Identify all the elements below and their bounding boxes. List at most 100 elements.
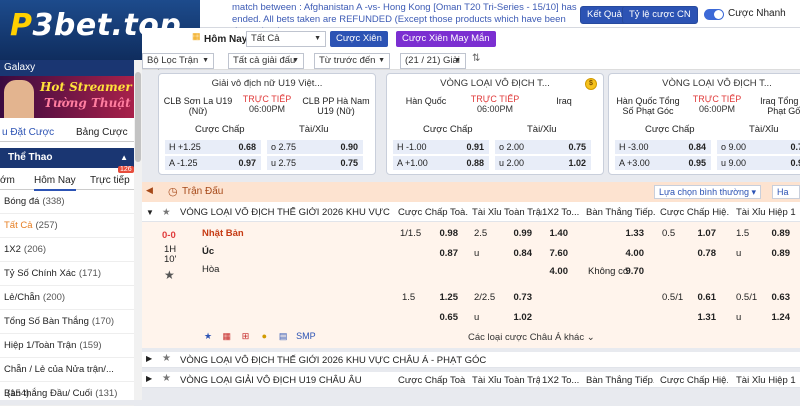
odds-value[interactable]: 1.25: [428, 292, 459, 303]
odds-value[interactable]: 0.63: [756, 292, 791, 303]
lucky-parlay-button[interactable]: Cược Xiên May Mắn: [396, 31, 496, 47]
quick-bet-label: Cược Nhanh: [728, 8, 786, 19]
odds-value[interactable]: 7.60: [538, 248, 569, 259]
star-icon[interactable]: ★: [162, 207, 171, 218]
card-handicap-odds[interactable]: A +1.00 0.88: [393, 156, 489, 170]
match-card[interactable]: VÒNG LOẠI VÔ ĐỊCH T... Hàn Quốc Tổng Số P…: [608, 73, 800, 175]
sidebar-item-6[interactable]: Hiệp 1/Toàn Trận (159): [0, 334, 134, 358]
collapse-icon[interactable]: ◀: [146, 185, 153, 196]
odds-value[interactable]: 0.78: [682, 248, 717, 259]
ou-line: 1.5: [736, 228, 750, 239]
sidebar-item-4[interactable]: Lẻ/Chẵn (200): [0, 286, 134, 310]
odds-value[interactable]: 1.02: [502, 312, 533, 323]
market-select[interactable]: Tất Cả ▼: [246, 31, 326, 47]
sidebar-item-3[interactable]: Tỷ Số Chính Xác (171): [0, 262, 134, 286]
odds-value[interactable]: 1.33: [610, 228, 645, 239]
sidebar-item-5[interactable]: Tổng Số Bàn Thắng (170): [0, 310, 134, 334]
sidebar-item-8[interactable]: Bàn thắng Đầu/ Cuối (131): [0, 382, 134, 406]
league-row[interactable]: ▶ ★ VÒNG LOẠI GIẢI VÔ ĐỊCH U19 CHÂU ÂU Cược…: [142, 372, 800, 388]
odds-value[interactable]: 1.31: [682, 312, 717, 323]
odds-value[interactable]: 0.89: [756, 228, 791, 239]
league-filter-select[interactable]: Tất cả giải đấu ▼: [228, 53, 304, 69]
odds-value[interactable]: 0.65: [428, 312, 459, 323]
odds-format-button[interactable]: Tỷ lệ cược CN: [622, 6, 698, 24]
odds-value: 0.88: [466, 158, 484, 168]
ou-line: 2/2.5: [474, 292, 496, 303]
tab-bet-list[interactable]: u Đặt Cược: [2, 127, 54, 138]
grid-icon[interactable]: ⊞: [240, 330, 252, 342]
sport-header[interactable]: Thể Thao ▲: [0, 148, 134, 168]
odds-value[interactable]: 4.00: [610, 248, 645, 259]
match-card[interactable]: Giải vô địch nữ U19 Việt... CLB Sơn La U1…: [158, 73, 376, 175]
tab-today[interactable]: Hôm Nay: [34, 175, 76, 191]
stats-icon[interactable]: ▦: [221, 330, 233, 342]
time-filter-select[interactable]: Từ trước đến nay▼: [314, 53, 390, 80]
card-handicap-odds[interactable]: H -3.00 0.84: [615, 140, 711, 154]
odds-value: 0.75: [340, 158, 358, 168]
odds-value[interactable]: 0.99: [502, 228, 533, 239]
promo-banner[interactable]: Hot Streamer Tường Thuật: [0, 76, 134, 118]
odds-value[interactable]: 0.61: [682, 292, 717, 303]
match-card[interactable]: VÒNG LOẠI VÔ ĐỊCH T... Hàn Quốc Iraq TRỰC T…: [386, 73, 604, 175]
odds-value[interactable]: 1.24: [756, 312, 791, 323]
sidebar-item-1[interactable]: Tất Cả (257): [0, 214, 134, 238]
chart-icon[interactable]: ▤: [277, 330, 289, 342]
match-filter-select[interactable]: Bộ Lọc Trận Đấu▼: [142, 53, 214, 80]
sidebar-item-label: Hiệp 1/Toàn Trận: [4, 340, 77, 351]
coin-icon[interactable]: $: [585, 78, 597, 90]
league-count-select[interactable]: (21 / 21) Giải ▼: [400, 53, 466, 69]
parlay-button[interactable]: Cược Xiên: [330, 31, 388, 47]
star-icon[interactable]: ★: [162, 353, 171, 364]
odds-value[interactable]: 0.73: [502, 292, 533, 303]
card-ou-odds[interactable]: o 2.75 0.90: [267, 140, 363, 154]
odds-value[interactable]: 0.98: [428, 228, 459, 239]
card-handicap-odds[interactable]: H +1.25 0.68: [165, 140, 261, 154]
card-ou-odds[interactable]: o 9.00 0.78: [717, 140, 800, 154]
chevron-down-icon[interactable]: ▼: [146, 208, 154, 217]
galaxy-label[interactable]: Galaxy: [0, 60, 134, 76]
star-icon[interactable]: ★: [164, 268, 175, 282]
sidebar-item-0[interactable]: Bóng đá (338): [0, 190, 134, 214]
chevron-down-icon: ▾: [751, 187, 757, 197]
league-row[interactable]: ▶ ★ VÒNG LOẠI VÔ ĐỊCH THẾ GIỚI 2026 KHU VỰ…: [142, 352, 800, 368]
more-select[interactable]: Ha: [772, 185, 800, 199]
odds-value[interactable]: 0.89: [756, 248, 791, 259]
tab-early[interactable]: ớm: [0, 175, 15, 186]
coin-icon[interactable]: ●: [258, 330, 270, 342]
quick-bet-toggle[interactable]: [704, 9, 724, 20]
chevron-right-icon[interactable]: ▶: [146, 354, 152, 363]
card-ou-odds[interactable]: o 2.00 0.75: [495, 140, 591, 154]
card-handicap-odds[interactable]: A +3.00 0.95: [615, 156, 711, 170]
star-icon[interactable]: ★: [162, 373, 171, 384]
more-markets-link[interactable]: Các loại cược Châu Á khác ⌄: [468, 332, 595, 343]
sidebar-item-label: Tỷ Số Chính Xác: [4, 268, 76, 279]
column-label: Cược Chấp Hiệ...: [660, 375, 728, 386]
tab-bet-table[interactable]: Bảng Cược: [76, 127, 128, 138]
card-ou-odds[interactable]: u 2.75 0.75: [267, 156, 363, 170]
sort-icon[interactable]: ⇅: [472, 53, 480, 64]
scrollbar-thumb[interactable]: [135, 72, 141, 162]
sidebar-item-2[interactable]: 1X2 (206): [0, 238, 134, 262]
odds-value[interactable]: 0.87: [428, 248, 459, 259]
card-ou-odds[interactable]: u 9.00 0.93: [717, 156, 800, 170]
sidebar-item-count: (171): [78, 268, 101, 279]
odds-value[interactable]: 4.00: [538, 266, 569, 277]
view-mode-select[interactable]: Lựa chọn bình thường ▾: [654, 185, 762, 199]
odds-value[interactable]: 0.84: [502, 248, 533, 259]
tab-live[interactable]: Trực tiếp: [90, 175, 130, 186]
ou-line: 2.5: [474, 228, 488, 239]
sidebar-item-7[interactable]: Chẵn / Lẻ của Nửa trận/...(154): [0, 358, 134, 399]
odds-value[interactable]: 9.70: [610, 266, 645, 277]
smp-icon[interactable]: SMP: [296, 330, 316, 342]
card-ou-odds[interactable]: u 2.00 1.02: [495, 156, 591, 170]
card-handicap-odds[interactable]: H -1.00 0.91: [393, 140, 489, 154]
chevron-right-icon[interactable]: ▶: [146, 374, 152, 383]
odds-value[interactable]: 1.07: [682, 228, 717, 239]
odds-value[interactable]: 1.40: [538, 228, 569, 239]
card-handicap-odds[interactable]: A -1.25 0.97: [165, 156, 261, 170]
filter-bar: ▦ Hôm Nay Tất Cả ▼ Cược Xiên Cược Xiên Ma…: [142, 28, 800, 50]
chevron-down-icon: ▼: [378, 57, 385, 64]
featured-matches: Giải vô địch nữ U19 Việt... CLB Sơn La U1…: [142, 70, 800, 180]
star-icon[interactable]: ★: [202, 330, 214, 342]
sidebar-scrollbar[interactable]: [134, 60, 142, 400]
